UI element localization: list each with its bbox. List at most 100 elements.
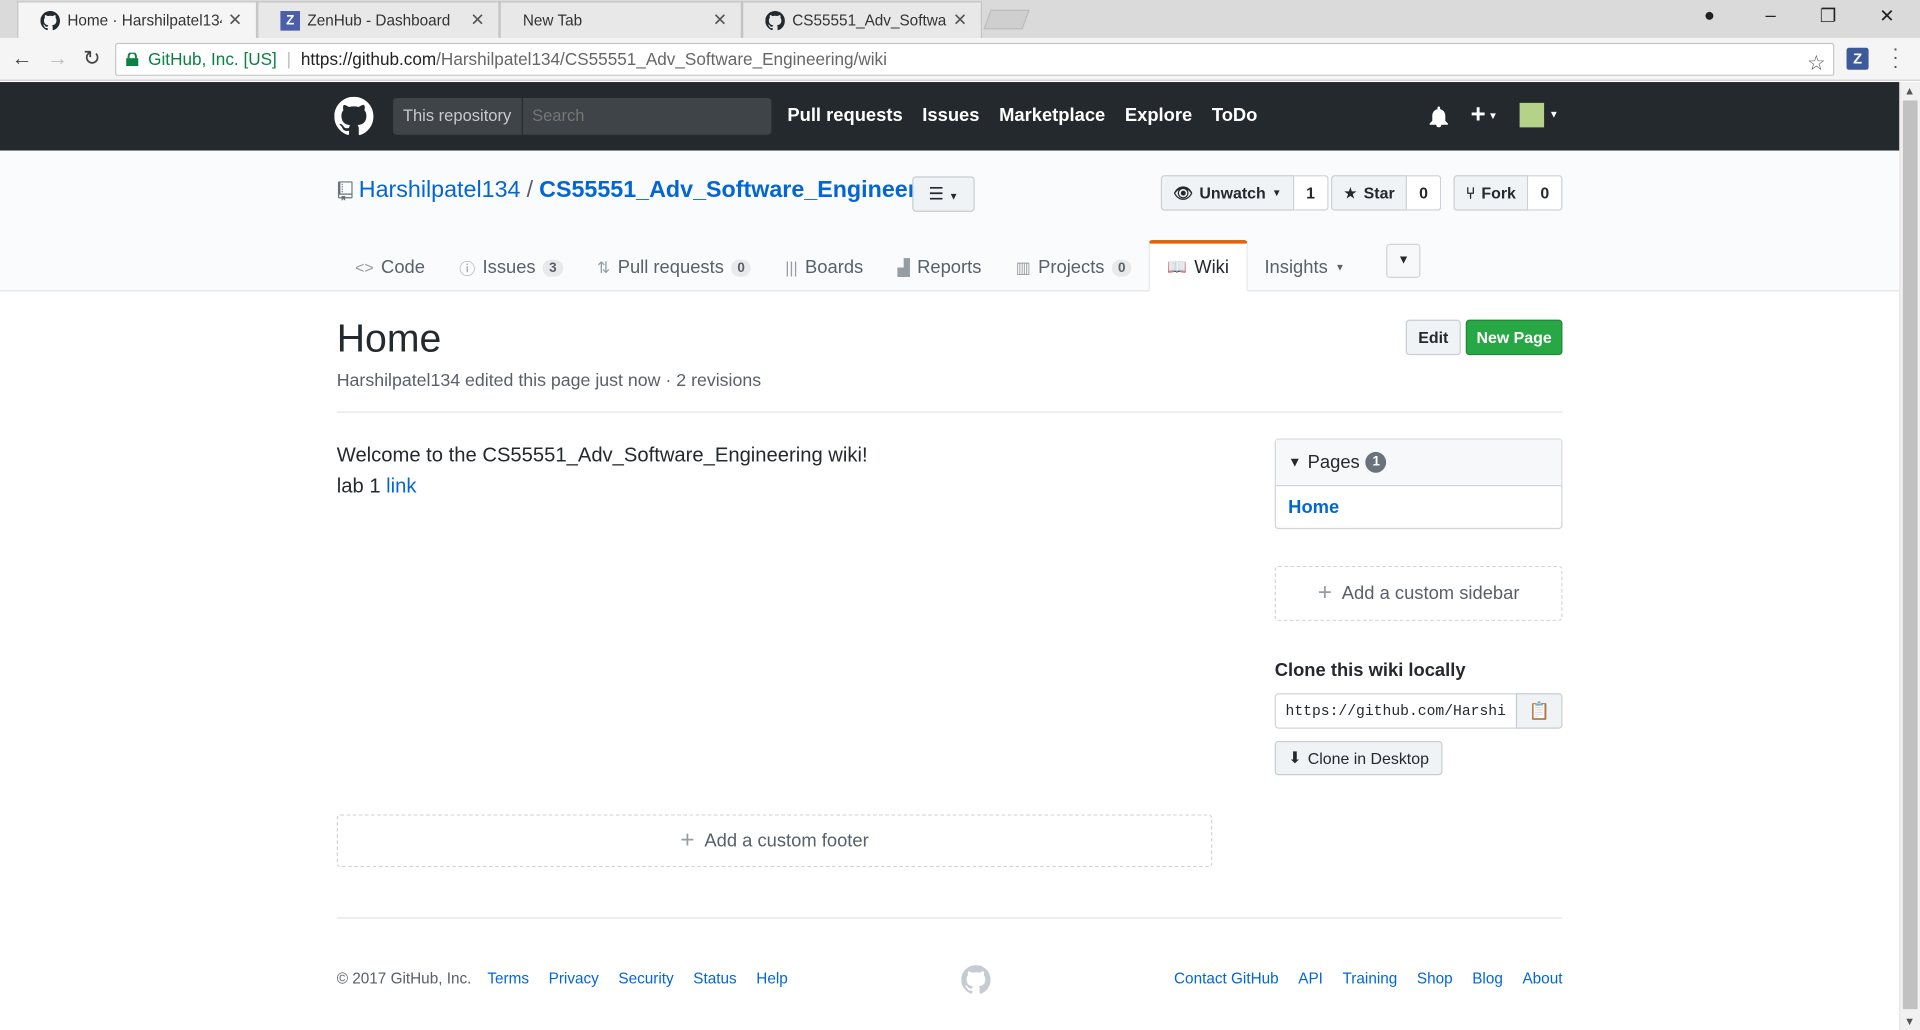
notification-bell-icon[interactable] [1429,106,1449,128]
github-header: This repository Pull requests Issues Mar… [0,82,1900,151]
chevron-down-icon[interactable]: ▼ [1549,109,1559,120]
tab-label: Projects [1038,257,1105,279]
nav-marketplace[interactable]: Marketplace [999,105,1105,126]
close-icon[interactable]: ✕ [227,10,244,31]
page-meta: Harshilpatel134 edited this page just no… [336,371,762,391]
close-icon[interactable]: ✕ [951,10,968,31]
page-link-home[interactable]: Home [1276,486,1561,529]
copyright: © 2017 GitHub, Inc. [336,969,472,988]
tab-pull-requests[interactable]: ⇅ Pull requests 0 [580,240,768,291]
tab-label: Wiki [1194,256,1229,278]
footer-link-help[interactable]: Help [756,970,787,987]
back-icon[interactable]: ← [10,47,34,71]
tab-boards[interactable]: ||| Boards [768,240,880,291]
copy-clipboard-button[interactable]: 📋 [1515,693,1563,729]
tab-title: New Tab [522,11,583,29]
pages-counter: 1 [1365,451,1387,473]
github-icon [765,10,785,30]
close-icon[interactable]: ✕ [711,10,728,31]
close-icon[interactable]: ✕ [469,10,486,31]
tab-counter: 3 [542,259,563,277]
repo-header: Harshilpatel134/CS55551_Adv_Software_Eng… [0,150,1900,292]
nav-todo[interactable]: ToDo [1212,105,1258,126]
browser-tab-github-repo[interactable]: CS55551_Adv_Software_Engineering ✕ [742,1,983,38]
wiki-link[interactable]: link [386,475,416,497]
footer-links-left: Terms Privacy Security Status Help [487,970,787,987]
page-title: Home [336,315,442,361]
address-bar[interactable]: GitHub, Inc. [US] | https://github.com/H… [115,42,1835,79]
scroll-up-icon[interactable]: ▲ [1904,85,1915,97]
tab-insights[interactable]: Insights ▼ [1247,240,1362,291]
scroll-down-icon[interactable]: ▼ [1904,1015,1915,1027]
create-new-dropdown[interactable]: + ▼ [1471,100,1498,129]
clone-in-desktop-button[interactable]: ⬇ Clone in Desktop [1274,740,1443,776]
zenhub-extension-icon[interactable]: Z [1846,47,1869,70]
desktop-download-icon: ⬇ [1288,748,1302,767]
footer-link-api[interactable]: API [1298,970,1323,987]
repo-title: Harshilpatel134/CS55551_Adv_Software_Eng… [359,178,952,205]
avatar[interactable] [1519,102,1545,128]
footer-link-training[interactable]: Training [1343,970,1398,987]
footer-link-blog[interactable]: Blog [1472,970,1503,987]
footer-link-privacy[interactable]: Privacy [549,970,599,987]
fork-count[interactable]: 0 [1528,175,1563,211]
minimize-icon[interactable]: – [1756,5,1785,26]
add-custom-sidebar[interactable]: + Add a custom sidebar [1274,565,1563,621]
zenhub-icon: Z [280,10,301,31]
pages-label: Pages [1307,451,1360,473]
footer-link-shop[interactable]: Shop [1417,970,1453,987]
star-count[interactable]: 0 [1406,175,1442,211]
tab-code[interactable]: <> Code [338,240,442,291]
github-mark-icon[interactable] [961,965,991,994]
star-button[interactable]: ★ Star [1331,175,1407,211]
new-page-button[interactable]: New Page [1465,319,1563,356]
tab-projects[interactable]: ▥ Projects 0 [999,240,1149,291]
add-custom-footer[interactable]: + Add a custom footer [336,814,1213,868]
footer-link-contact[interactable]: Contact GitHub [1174,970,1279,987]
tab-reports[interactable]: ▟ Reports [880,240,998,291]
zenhub-menu-button[interactable]: ☰ ▼ [912,176,975,212]
browser-tab-zenhub[interactable]: Z ZenHub - Dashboard ✕ [257,1,500,38]
scrollbar-thumb[interactable] [1902,100,1918,1010]
footer-link-status[interactable]: Status [693,970,736,987]
profile-icon[interactable]: ● [1695,5,1724,26]
footer-link-terms[interactable]: Terms [487,970,529,987]
nav-explore[interactable]: Explore [1125,105,1192,126]
search-input[interactable] [522,97,771,135]
star-label: Star [1363,183,1395,203]
nav-pull-requests[interactable]: Pull requests [787,105,902,126]
bookmark-star-icon[interactable]: ☆ [1807,48,1826,79]
footer-link-about[interactable]: About [1522,970,1562,987]
edit-button[interactable]: Edit [1405,319,1461,356]
reload-icon[interactable]: ↻ [80,47,104,71]
clone-url-input[interactable] [1274,693,1518,729]
security-indicator[interactable]: GitHub, Inc. [US] [126,44,277,75]
repo-name-link[interactable]: CS55551_Adv_Software_Engineering [539,178,951,204]
tab-issues[interactable]: ⓘ Issues 3 [442,240,580,291]
repo-icon [337,181,353,201]
watch-button[interactable]: 👁 Unwatch ▼ [1160,175,1294,211]
new-tab-button[interactable] [983,9,1030,30]
tab-wiki[interactable]: 📖 Wiki [1148,240,1248,292]
pages-header[interactable]: ▼ Pages 1 [1275,439,1562,487]
browser-menu-icon[interactable]: · · · [1889,40,1901,77]
page-scrollbar[interactable]: ▲ ▼ [1899,82,1920,1030]
fork-button[interactable]: ⑂ Fork [1453,175,1529,211]
watch-count[interactable]: 1 [1293,175,1329,211]
watch-label: Unwatch [1199,183,1266,203]
nav-issues[interactable]: Issues [922,105,979,126]
footer-link-security[interactable]: Security [618,970,673,987]
browser-tab-github-wiki[interactable]: Home · Harshilpatel134/CS55551_Adv_Softw… [17,1,258,38]
github-logo-icon[interactable] [334,96,374,136]
pull-request-icon: ⇅ [597,257,611,277]
search-scope-label: This repository [393,97,523,135]
more-tabs-button[interactable]: ▼ [1386,243,1421,279]
forward-icon[interactable]: → [45,47,69,71]
add-footer-label: Add a custom footer [704,830,869,852]
window-close-icon[interactable]: ✕ [1872,5,1901,27]
repo-owner-link[interactable]: Harshilpatel134 [359,178,521,204]
security-label: GitHub, Inc. [US] [148,48,277,69]
tab-label: Reports [917,257,982,279]
restore-icon[interactable]: ❐ [1813,5,1842,27]
browser-tab-new[interactable]: New Tab ✕ [499,1,743,38]
